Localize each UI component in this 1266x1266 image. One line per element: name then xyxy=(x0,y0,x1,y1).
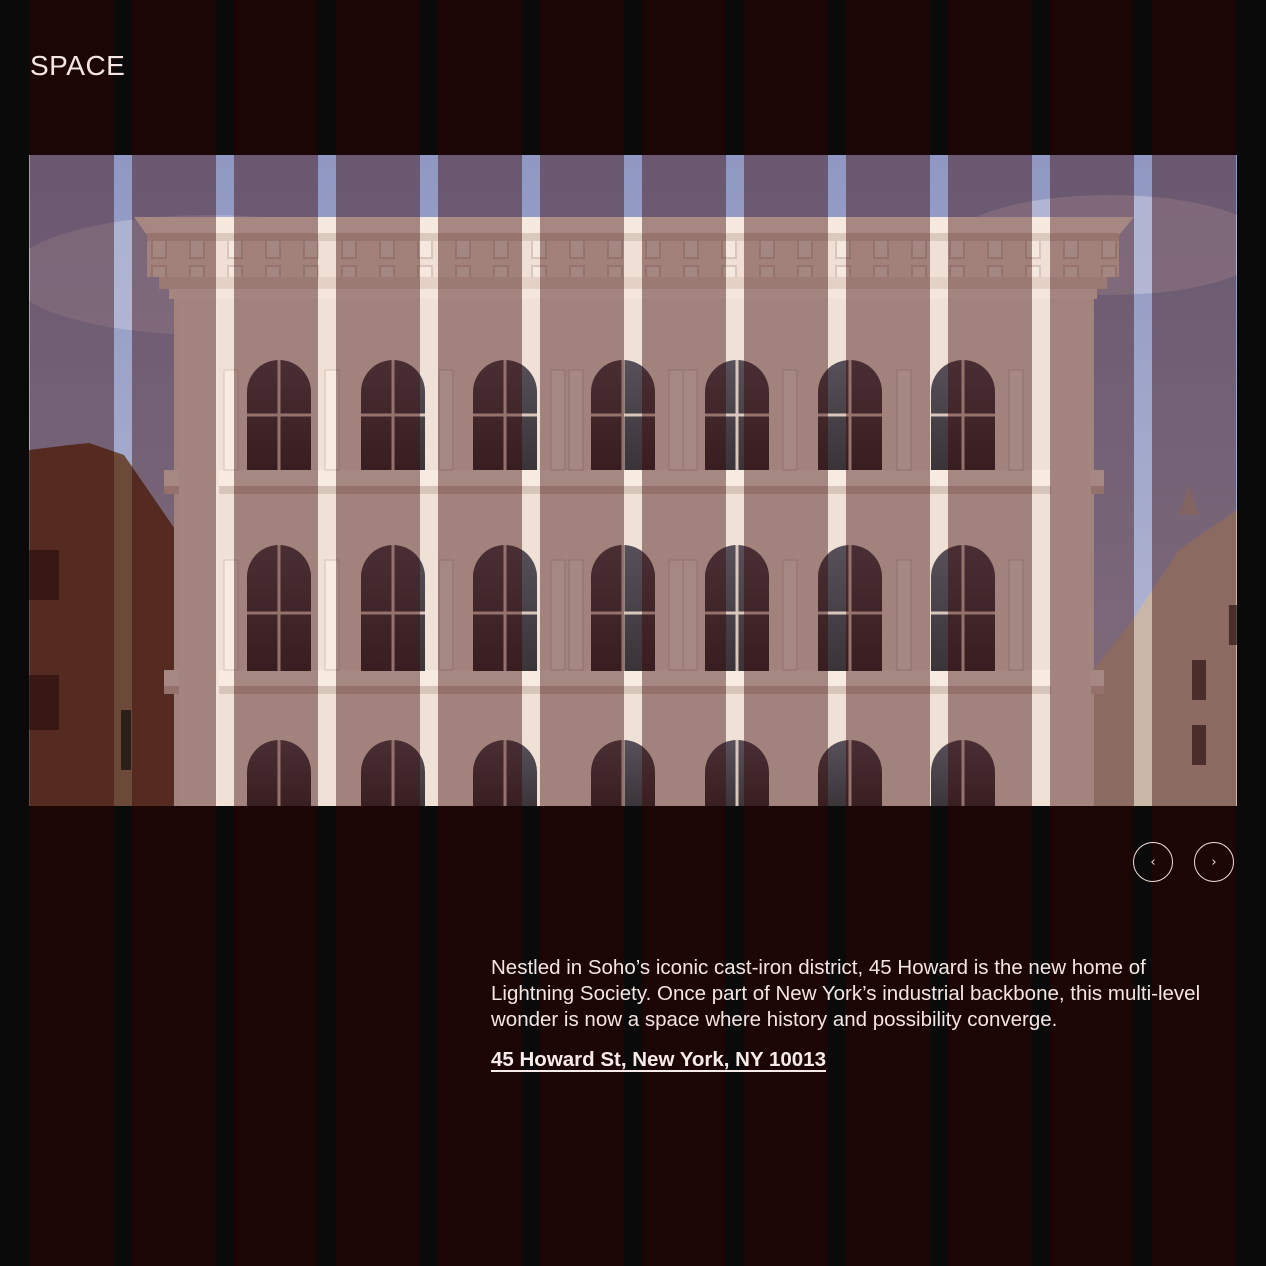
space-description: Nestled in Soho’s iconic cast-iron distr… xyxy=(491,956,1201,1031)
chevron-right-icon: › xyxy=(1211,854,1217,870)
address-link[interactable]: 45 Howard St, New York, NY 10013 xyxy=(491,1048,826,1072)
page-title: SPACE xyxy=(30,50,126,81)
next-slide-button[interactable]: › xyxy=(1194,842,1234,882)
previous-slide-button[interactable]: ‹ xyxy=(1133,842,1173,882)
chevron-left-icon: ‹ xyxy=(1150,854,1156,870)
hero-building-image xyxy=(29,155,1237,806)
